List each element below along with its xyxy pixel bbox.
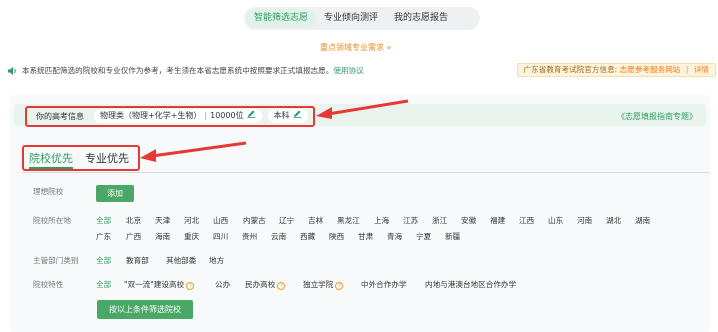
location-option[interactable]: 河南 bbox=[577, 215, 592, 226]
location-option[interactable]: 山东 bbox=[548, 215, 563, 226]
location-option[interactable]: 全部 bbox=[96, 215, 111, 226]
help-icon[interactable]: ? bbox=[277, 282, 286, 290]
highlight-box-mode-tabs bbox=[22, 145, 140, 171]
location-option[interactable]: 甘肃 bbox=[358, 231, 373, 242]
filter-panel bbox=[10, 95, 710, 332]
arrow-icon bbox=[140, 141, 247, 162]
location-option[interactable]: 陕西 bbox=[329, 231, 344, 242]
feature-option[interactable]: 中外合作办学 bbox=[361, 279, 407, 290]
location-option[interactable]: 青海 bbox=[387, 231, 402, 242]
location-option[interactable]: 辽宁 bbox=[279, 215, 294, 226]
location-option[interactable]: 宁夏 bbox=[416, 231, 431, 242]
official-info-prefix: 广东省教育考试院官方信息: bbox=[523, 65, 618, 74]
location-option[interactable]: 福建 bbox=[490, 215, 505, 226]
notice-text: 本系统匹配筛选的院校和专业仅作为参考，考生须在本省志愿系统中按照要求正式填报志愿… bbox=[22, 66, 334, 75]
location-option[interactable]: 上海 bbox=[374, 215, 389, 226]
top-tab-bar: 智能筛选志愿 专业倾向测评 我的志愿报告 bbox=[244, 7, 480, 30]
feature-option[interactable]: 独立学院? bbox=[303, 279, 344, 290]
location-option[interactable]: 吉林 bbox=[308, 215, 323, 226]
location-option[interactable]: 重庆 bbox=[184, 231, 199, 242]
location-option[interactable]: 海南 bbox=[155, 231, 170, 242]
department-option[interactable]: 其他部委 bbox=[166, 255, 196, 266]
features-label: 院校特性 bbox=[33, 280, 64, 289]
location-option[interactable]: 新疆 bbox=[445, 231, 460, 242]
location-option[interactable]: 广西 bbox=[126, 231, 141, 242]
tab-my-report[interactable]: 我的志愿报告 bbox=[386, 9, 456, 28]
help-icon[interactable]: ? bbox=[186, 282, 195, 290]
location-option[interactable]: 安徽 bbox=[461, 215, 476, 226]
highlight-box-exam-info bbox=[25, 106, 315, 127]
department-option[interactable]: 教育部 bbox=[126, 255, 149, 266]
location-option[interactable]: 北京 bbox=[126, 215, 141, 226]
official-details-link[interactable]: 详情 bbox=[694, 65, 709, 74]
notice-bar: 本系统匹配筛选的院校和专业仅作为参考，考生须在本省志愿系统中按照要求正式填报志愿… bbox=[8, 65, 364, 76]
feature-option-label: "双一流"建设高校 bbox=[124, 280, 185, 289]
location-option[interactable]: 四川 bbox=[213, 231, 228, 242]
feature-option[interactable]: 民办高校? bbox=[245, 279, 286, 290]
ideal-school-label: 理想院校 bbox=[33, 187, 64, 196]
official-website-link[interactable]: 志愿参考服务网站 bbox=[620, 65, 681, 74]
department-option[interactable]: 地方 bbox=[209, 255, 224, 266]
tab-major-assessment[interactable]: 专业倾向测评 bbox=[316, 9, 386, 28]
location-option[interactable]: 黑龙江 bbox=[337, 215, 360, 226]
location-option[interactable]: 西藏 bbox=[300, 231, 315, 242]
feature-option[interactable]: 内地与港澳台地区合作办学 bbox=[425, 279, 516, 290]
location-option[interactable]: 湖北 bbox=[606, 215, 621, 226]
location-option[interactable]: 山西 bbox=[213, 215, 228, 226]
add-ideal-school-button[interactable]: 添加 bbox=[96, 185, 134, 202]
arrow-icon bbox=[316, 99, 409, 119]
location-option[interactable]: 广东 bbox=[96, 231, 111, 242]
location-option[interactable]: 贵州 bbox=[242, 231, 257, 242]
feature-option[interactable]: "双一流"建设高校? bbox=[124, 279, 195, 290]
tab-divider bbox=[22, 172, 710, 173]
location-label: 院校所在地 bbox=[33, 216, 71, 225]
usage-agreement-link[interactable]: 使用协议 bbox=[333, 65, 363, 76]
location-option[interactable]: 浙江 bbox=[432, 215, 447, 226]
location-option[interactable]: 天津 bbox=[155, 215, 170, 226]
feature-option[interactable]: 全部 bbox=[96, 279, 111, 290]
feature-option[interactable]: 公办 bbox=[215, 279, 230, 290]
location-option[interactable]: 河北 bbox=[184, 215, 199, 226]
feature-option-label: 独立学院 bbox=[303, 280, 334, 289]
promo-link[interactable]: 重点领域专业需求 » bbox=[320, 42, 391, 53]
location-option[interactable]: 内蒙古 bbox=[243, 215, 266, 226]
department-option[interactable]: 全部 bbox=[96, 255, 111, 266]
location-option[interactable]: 湖南 bbox=[635, 215, 650, 226]
location-option[interactable]: 云南 bbox=[271, 231, 286, 242]
location-option[interactable]: 江西 bbox=[519, 215, 534, 226]
official-separator: | bbox=[685, 65, 689, 74]
tab-smart-filter[interactable]: 智能筛选志愿 bbox=[246, 9, 317, 28]
location-option[interactable]: 江苏 bbox=[403, 215, 418, 226]
help-icon[interactable]: ? bbox=[335, 282, 344, 290]
filter-schools-button[interactable]: 按以上条件筛选院校 bbox=[97, 300, 193, 319]
feature-option-label: 民办高校 bbox=[245, 280, 276, 289]
department-label: 主管部门类别 bbox=[33, 256, 79, 265]
speaker-icon bbox=[8, 66, 18, 75]
official-info-box: 广东省教育考试院官方信息: 志愿参考服务网站 | 详情 bbox=[516, 63, 716, 77]
guide-link[interactable]: 《志愿填报指南专题》 bbox=[617, 111, 697, 122]
